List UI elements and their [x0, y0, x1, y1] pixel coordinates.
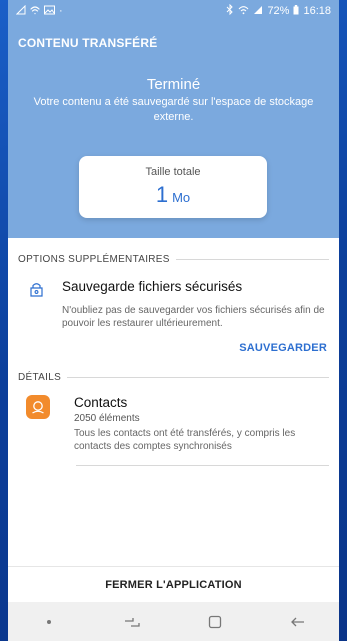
page-title: CONTENU TRANSFÉRÉ	[18, 36, 158, 50]
status-left: ·	[15, 4, 63, 18]
details-section-header: DÉTAILS	[8, 372, 339, 383]
contacts-count: 2050 éléments	[74, 413, 140, 424]
total-size-card: Taille totale 1 Mo	[79, 156, 267, 218]
secure-backup-content: Sauvegarde fichiers sécurisés N'oubliez …	[62, 279, 329, 330]
divider	[67, 377, 329, 378]
contacts-icon	[26, 395, 50, 419]
status-message: Votre contenu a été sauvegardé sur l'esp…	[33, 96, 314, 123]
hero-panel: CONTENU TRANSFÉRÉ Terminé Votre contenu …	[8, 22, 339, 238]
divider	[175, 259, 329, 260]
wifi-icon	[30, 5, 40, 18]
save-button[interactable]: SAUVEGARDER	[8, 342, 339, 354]
secure-backup-title: Sauvegarde fichiers sécurisés	[62, 279, 243, 294]
secure-backup-item: Sauvegarde fichiers sécurisés N'oubliez …	[8, 265, 339, 330]
battery-percent: 72%	[267, 5, 290, 17]
bluetooth-icon	[226, 3, 234, 18]
total-size-number: 1	[155, 182, 169, 207]
battery-icon	[293, 4, 299, 18]
phone-screen: · 72% 16:18 CONTENU TRANSFÉRÉ Terminé Vo…	[8, 0, 339, 641]
total-size-label: Taille totale	[145, 166, 201, 178]
recent-apps-icon[interactable]	[112, 610, 152, 634]
dot-icon: ·	[59, 5, 63, 17]
status-bar: · 72% 16:18	[8, 0, 339, 22]
contacts-title: Contacts	[74, 395, 128, 410]
status-title: Terminé	[146, 76, 201, 93]
image-notification-icon	[44, 5, 55, 18]
contacts-content: Contacts 2050 éléments Tous les contacts…	[74, 395, 329, 453]
options-section-title: OPTIONS SUPPLÉMENTAIRES	[18, 254, 170, 265]
divider	[76, 465, 329, 466]
back-icon[interactable]	[278, 610, 318, 634]
dot-button[interactable]	[29, 610, 69, 634]
home-icon[interactable]	[195, 610, 235, 634]
secure-backup-description: N'oubliez pas de sauvegarder vos fichier…	[62, 305, 325, 329]
contacts-item: Contacts 2050 éléments Tous les contacts…	[8, 383, 339, 453]
navigation-bar	[8, 602, 339, 641]
details-section-title: DÉTAILS	[18, 372, 62, 383]
total-size-value: 1 Mo	[79, 182, 267, 208]
signal-icon	[15, 4, 26, 18]
secure-folder-icon	[28, 279, 62, 330]
clock: 16:18	[303, 5, 331, 17]
wifi-signal-icon	[238, 5, 249, 18]
contacts-description: Tous les contacts ont été transférés, y …	[74, 428, 296, 452]
close-app-button[interactable]: FERMER L'APPLICATION	[8, 566, 339, 602]
cell-signal-icon	[253, 5, 263, 18]
status-right: 72% 16:18	[226, 3, 331, 18]
total-size-unit: Mo	[172, 190, 191, 205]
options-section-header: OPTIONS SUPPLÉMENTAIRES	[8, 254, 339, 265]
